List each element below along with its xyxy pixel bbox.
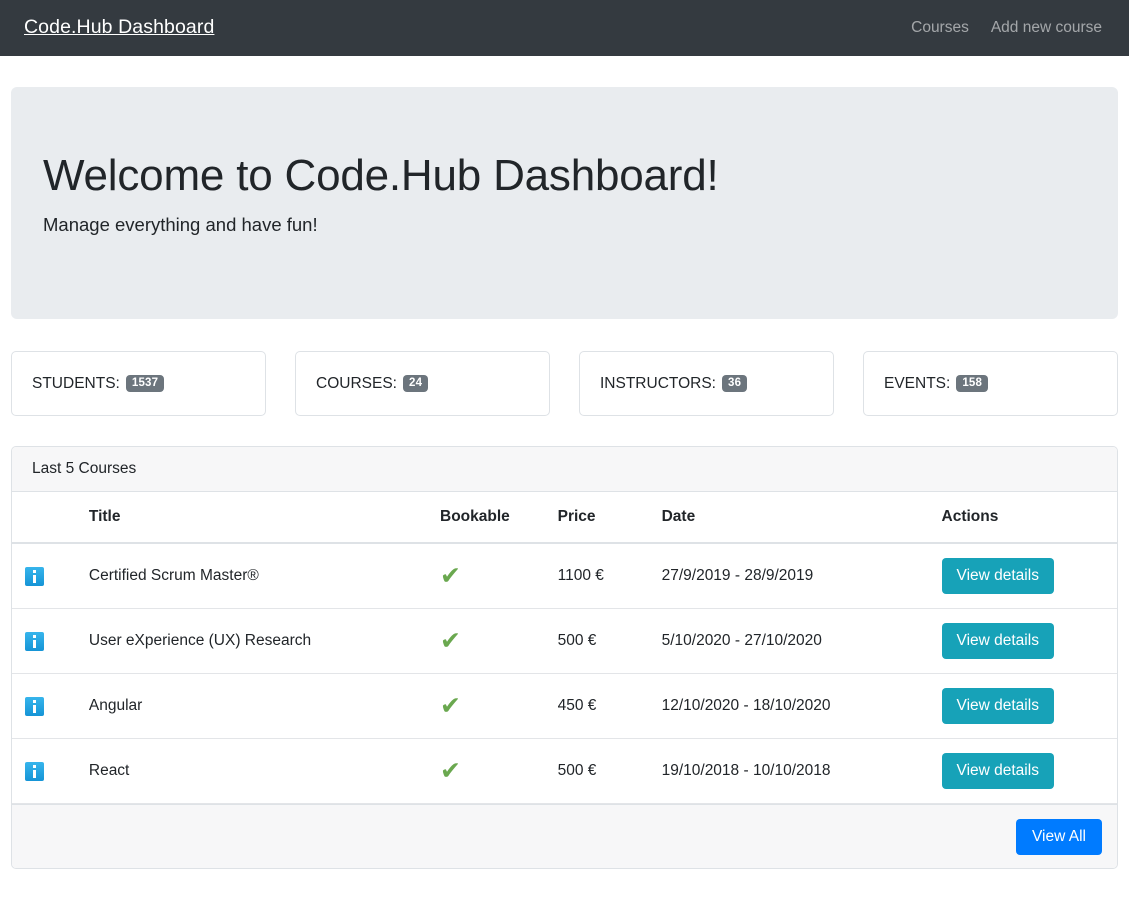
bookable-cell: ✔	[427, 738, 553, 804]
table-header-row: Title Bookable Price Date Actions	[12, 492, 1117, 544]
stat-label-students: STUDENTS:	[32, 374, 120, 392]
stat-label-courses: COURSES:	[316, 374, 397, 392]
stat-label-instructors: INSTRUCTORS:	[600, 374, 716, 392]
row-icon-cell	[12, 738, 77, 804]
column-header-title: Title	[76, 492, 427, 544]
view-details-button[interactable]: View details	[941, 623, 1054, 659]
stat-card-courses: COURSES: 24	[295, 351, 550, 416]
stat-badge-instructors: 36	[721, 374, 748, 393]
row-icon-cell	[12, 608, 77, 674]
actions-cell: View details	[929, 608, 1117, 674]
row-icon-cell	[12, 673, 77, 739]
welcome-jumbotron: Welcome to Code.Hub Dashboard! Manage ev…	[11, 87, 1118, 319]
column-header-bookable: Bookable	[427, 492, 553, 544]
navbar-brand[interactable]: Code.Hub Dashboard	[24, 18, 214, 38]
page-subtitle: Manage everything and have fun!	[43, 213, 318, 235]
nav-link-add-new-course[interactable]: Add new course	[980, 11, 1113, 45]
view-all-button[interactable]: View All	[1016, 818, 1102, 855]
info-icon[interactable]	[25, 696, 44, 716]
check-icon: ✔	[440, 691, 461, 720]
bookable-cell: ✔	[427, 543, 553, 609]
column-header-icon	[12, 492, 77, 544]
stat-card-events: EVENTS: 158	[863, 351, 1118, 416]
bookable-cell: ✔	[427, 608, 553, 674]
course-date: 27/9/2019 - 28/9/2019	[655, 543, 930, 609]
actions-cell: View details	[929, 673, 1117, 739]
course-price: 500 €	[552, 738, 656, 804]
stat-badge-students: 1537	[125, 374, 165, 393]
course-title: User eXperience (UX) Research	[76, 608, 427, 674]
panel-footer: View All	[12, 804, 1117, 868]
stat-badge-courses: 24	[402, 374, 429, 393]
actions-cell: View details	[929, 543, 1117, 609]
check-icon: ✔	[440, 561, 461, 590]
row-icon-cell	[12, 543, 77, 609]
info-icon[interactable]	[25, 631, 44, 651]
check-icon: ✔	[440, 756, 461, 785]
course-title: Certified Scrum Master®	[76, 543, 427, 609]
course-date: 12/10/2020 - 18/10/2020	[655, 673, 930, 739]
column-header-price: Price	[552, 492, 656, 544]
table-row: Angular ✔ 450 € 12/10/2020 - 18/10/2020 …	[12, 673, 1117, 739]
course-title: React	[76, 738, 427, 804]
bookable-cell: ✔	[427, 673, 553, 739]
course-date: 19/10/2018 - 10/10/2018	[655, 738, 930, 804]
page-title: Welcome to Code.Hub Dashboard!	[43, 151, 719, 200]
view-details-button[interactable]: View details	[941, 753, 1054, 789]
course-price: 450 €	[552, 673, 656, 739]
info-icon[interactable]	[25, 761, 44, 781]
actions-cell: View details	[929, 738, 1117, 804]
courses-table-body: Certified Scrum Master® ✔ 1100 € 27/9/20…	[12, 543, 1117, 804]
course-price: 1100 €	[552, 543, 656, 609]
column-header-date: Date	[655, 492, 930, 544]
top-navbar: Code.Hub Dashboard Courses Add new cours…	[0, 0, 1129, 56]
table-row: User eXperience (UX) Research ✔ 500 € 5/…	[12, 608, 1117, 674]
view-details-button[interactable]: View details	[941, 558, 1054, 594]
column-header-actions: Actions	[929, 492, 1117, 544]
table-row: Certified Scrum Master® ✔ 1100 € 27/9/20…	[12, 543, 1117, 609]
course-price: 500 €	[552, 608, 656, 674]
info-icon[interactable]	[25, 566, 44, 586]
view-details-button[interactable]: View details	[941, 688, 1054, 724]
stats-row: STUDENTS: 1537 COURSES: 24 INSTRUCTORS: …	[11, 351, 1118, 416]
panel-header-title: Last 5 Courses	[12, 447, 1117, 492]
stat-card-instructors: INSTRUCTORS: 36	[579, 351, 834, 416]
course-date: 5/10/2020 - 27/10/2020	[655, 608, 930, 674]
stat-badge-events: 158	[956, 374, 989, 393]
last-courses-panel: Last 5 Courses Title Bookable Price Date…	[11, 446, 1118, 869]
check-icon: ✔	[440, 626, 461, 655]
course-title: Angular	[76, 673, 427, 739]
navbar-nav: Courses Add new course	[900, 11, 1113, 45]
stat-card-students: STUDENTS: 1537	[11, 351, 266, 416]
nav-link-courses[interactable]: Courses	[900, 11, 980, 45]
page-container: Welcome to Code.Hub Dashboard! Manage ev…	[11, 87, 1118, 869]
courses-table-head: Title Bookable Price Date Actions	[12, 492, 1117, 544]
table-row: React ✔ 500 € 19/10/2018 - 10/10/2018 Vi…	[12, 738, 1117, 804]
stat-label-events: EVENTS:	[884, 374, 951, 392]
courses-table: Title Bookable Price Date Actions Certif…	[12, 492, 1117, 804]
